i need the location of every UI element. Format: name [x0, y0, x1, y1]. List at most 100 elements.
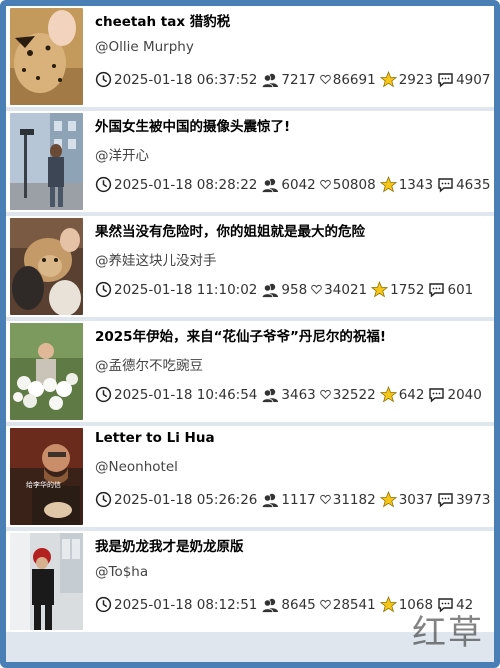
- post-card[interactable]: 2025年伊始，来自“花仙子爷爷”丹尼尔的祝福! @孟德尔不吃豌豆 2025-0…: [6, 321, 494, 422]
- play-count: 7217: [261, 71, 316, 88]
- favorite-value: 1752: [390, 281, 425, 298]
- post-list[interactable]: cheetah tax 猎豹税 @Ollie Murphy 2025-01-18…: [6, 6, 494, 662]
- heart-icon: [319, 599, 331, 610]
- post-card[interactable]: cheetah tax 猎豹税 @Ollie Murphy 2025-01-18…: [6, 6, 494, 107]
- post-author[interactable]: @To$ha: [95, 564, 148, 580]
- window-frame: cheetah tax 猎豹税 @Ollie Murphy 2025-01-18…: [0, 0, 500, 668]
- favorite-count: 1343: [379, 176, 434, 193]
- date-value: 2025-01-18 08:28:22: [114, 176, 258, 193]
- like-value: 34021: [324, 281, 368, 298]
- favorite-count: 1752: [371, 281, 424, 298]
- play-value: 958: [281, 281, 308, 298]
- cheetah-thumbnail-image: [10, 8, 83, 105]
- post-title[interactable]: 我是奶龙我才是奶龙原版: [95, 535, 486, 555]
- post-stats: 2025-01-18 08:28:22 6042 50808 1343 4635: [95, 176, 492, 193]
- comment-count: 4635: [437, 177, 490, 193]
- heart-icon: [319, 389, 331, 400]
- heart-icon: [319, 179, 331, 190]
- favorite-count: 2923: [379, 71, 434, 88]
- heart-icon: [311, 284, 322, 295]
- post-author[interactable]: @洋开心: [95, 144, 149, 164]
- post-title[interactable]: 果然当没有危险时，你的姐姐就是最大的危险: [95, 220, 486, 240]
- post-author[interactable]: @养娃这块儿没对手: [95, 249, 217, 269]
- star-icon: [371, 281, 389, 298]
- heart-icon: [319, 74, 331, 85]
- star-icon: [379, 386, 397, 403]
- favorite-value: 642: [398, 386, 425, 403]
- clock-icon: [95, 386, 112, 403]
- comment-icon: [438, 177, 453, 193]
- users-icon: [261, 598, 279, 613]
- comment-value: 4907: [456, 71, 491, 88]
- play-value: 6042: [281, 176, 316, 193]
- publish-date: 2025-01-18 11:10:02: [95, 281, 257, 298]
- play-count: 1117: [261, 491, 316, 508]
- comment-value: 2040: [447, 386, 482, 403]
- post-thumbnail[interactable]: [10, 8, 83, 105]
- like-count: 28541: [319, 596, 376, 613]
- comment-icon: [438, 492, 453, 508]
- post-card[interactable]: 果然当没有危险时，你的姐姐就是最大的危险 @养娃这块儿没对手 2025-01-1…: [6, 216, 494, 317]
- post-thumbnail[interactable]: [10, 218, 83, 315]
- play-value: 1117: [281, 491, 316, 508]
- users-icon: [261, 178, 279, 193]
- comment-count: 4907: [437, 72, 490, 88]
- star-icon: [379, 71, 397, 88]
- clock-icon: [95, 281, 112, 298]
- publish-date: 2025-01-18 05:26:26: [95, 491, 257, 508]
- like-value: 31182: [332, 491, 376, 508]
- post-title[interactable]: cheetah tax 猎豹税: [95, 10, 486, 30]
- play-count: 8645: [261, 596, 316, 613]
- like-value: 28541: [332, 596, 376, 613]
- post-stats: 2025-01-18 10:46:54 3463 32522 642 2040: [95, 386, 492, 403]
- star-icon: [379, 596, 397, 613]
- post-title[interactable]: Letter to Li Hua: [95, 430, 486, 446]
- post-stats: 2025-01-18 11:10:02 958 34021 1752 601: [95, 281, 492, 298]
- date-value: 2025-01-18 11:10:02: [114, 281, 258, 298]
- publish-date: 2025-01-18 08:12:51: [95, 596, 257, 613]
- clock-icon: [95, 596, 112, 613]
- thumbnail-caption: 给李华的信: [26, 481, 61, 489]
- post-author[interactable]: @Neonhotel: [95, 459, 178, 475]
- favorite-value: 2923: [398, 71, 434, 88]
- post-author[interactable]: @孟德尔不吃豌豆: [95, 354, 203, 374]
- play-count: 3463: [261, 386, 316, 403]
- like-value: 86691: [332, 71, 376, 88]
- play-count: 958: [261, 282, 307, 298]
- post-author[interactable]: @Ollie Murphy: [95, 39, 194, 55]
- post-thumbnail[interactable]: [10, 533, 83, 630]
- star-icon: [379, 176, 397, 193]
- comment-count: 601: [428, 282, 473, 298]
- publish-date: 2025-01-18 06:37:52: [95, 71, 257, 88]
- like-count: 34021: [311, 282, 367, 298]
- letter-video-thumbnail-image: [10, 428, 83, 525]
- date-value: 2025-01-18 05:26:26: [114, 491, 258, 508]
- post-card[interactable]: 外国女生被中国的摄像头震惊了! @洋开心 2025-01-18 08:28:22…: [6, 111, 494, 212]
- post-thumbnail[interactable]: 给李华的信: [10, 428, 83, 525]
- date-value: 2025-01-18 06:37:52: [114, 71, 258, 88]
- comment-icon: [429, 387, 445, 403]
- play-value: 8645: [281, 596, 316, 613]
- clock-icon: [95, 491, 112, 508]
- publish-date: 2025-01-18 08:28:22: [95, 176, 257, 193]
- clock-icon: [95, 176, 112, 193]
- comment-value: 3973: [456, 491, 491, 508]
- post-card[interactable]: 给李华的信 Letter to Li Hua @Neonhotel 2025-0…: [6, 426, 494, 527]
- comment-value: 4635: [456, 176, 491, 193]
- users-icon: [261, 493, 279, 508]
- street-camera-thumbnail-image: [10, 113, 83, 210]
- play-value: 7217: [281, 71, 316, 88]
- post-title[interactable]: 外国女生被中国的摄像头震惊了!: [95, 115, 486, 135]
- post-stats: 2025-01-18 05:26:26 1117 31182 3037 3973: [95, 491, 492, 508]
- play-value: 3463: [281, 386, 316, 403]
- publish-date: 2025-01-18 10:46:54: [95, 386, 257, 403]
- post-title[interactable]: 2025年伊始，来自“花仙子爷爷”丹尼尔的祝福!: [95, 325, 486, 345]
- favorite-count: 642: [379, 386, 425, 403]
- favorite-value: 3037: [398, 491, 434, 508]
- favorite-count: 3037: [379, 491, 434, 508]
- comment-icon: [429, 282, 445, 298]
- post-thumbnail[interactable]: [10, 323, 83, 420]
- like-count: 32522: [319, 387, 376, 403]
- post-thumbnail[interactable]: [10, 113, 83, 210]
- favorite-value: 1343: [398, 176, 434, 193]
